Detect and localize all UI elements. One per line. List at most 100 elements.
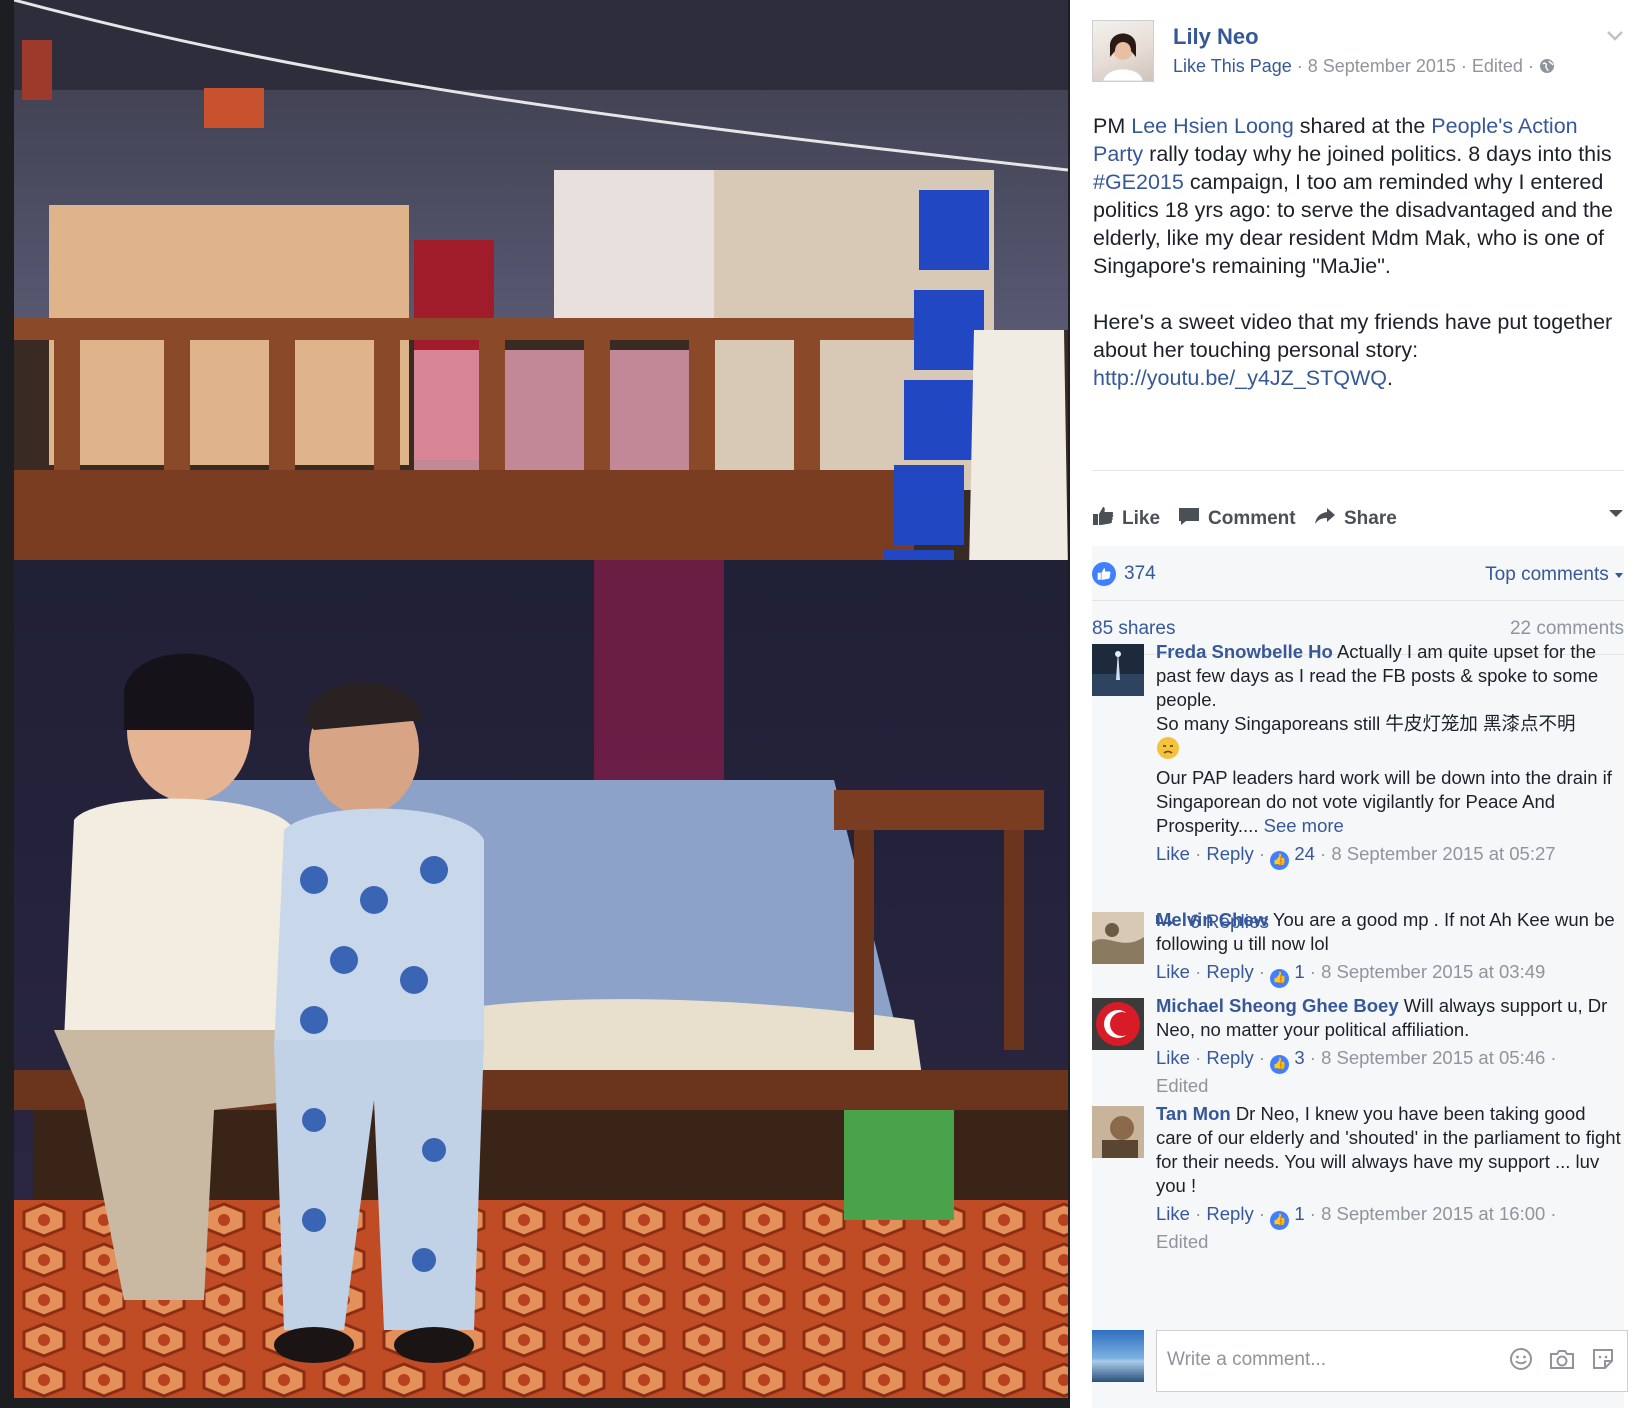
comment-text-line: So many Singaporeans still 牛皮灯笼加 黑漆点不明 [1156, 713, 1576, 734]
current-user-avatar [1092, 1330, 1144, 1382]
post-actions: Like Comment Share [1092, 506, 1624, 534]
comment-button[interactable]: Comment [1178, 506, 1296, 532]
share-arrow-icon [1314, 506, 1336, 532]
text-segment: PM [1093, 114, 1132, 138]
profile-photo-image [1102, 33, 1144, 81]
hashtag-link[interactable]: #GE2015 [1093, 170, 1184, 194]
comment-like-count[interactable]: 3 [1294, 1047, 1304, 1068]
comment-like-count[interactable]: 1 [1294, 961, 1304, 982]
comment-like-link[interactable]: Like [1156, 1047, 1190, 1068]
commenter-name[interactable]: Melvin Chew [1156, 909, 1268, 930]
comment-input[interactable]: Write a comment... [1156, 1330, 1628, 1392]
reactions-summary[interactable]: 374 [1092, 562, 1156, 586]
comment-text: Melvin Chew You are a good mp . If not A… [1156, 908, 1626, 956]
commenter-name[interactable]: Freda Snowbelle Ho [1156, 641, 1333, 662]
comment-like-link[interactable]: Like [1156, 961, 1190, 982]
post-meta: Like This Page · 8 September 2015 · Edit… [1173, 56, 1555, 77]
comment-label: Comment [1208, 508, 1296, 529]
page-avatar[interactable] [1092, 20, 1154, 82]
video-link[interactable]: http://youtu.be/_y4JZ_STQWQ [1093, 366, 1387, 390]
post-options-chevron-icon[interactable] [1606, 26, 1624, 47]
sad-emoji-icon [1156, 736, 1626, 766]
comment-time[interactable]: 8 September 2015 at 03:49 [1321, 961, 1545, 982]
like-button[interactable]: Like [1092, 506, 1160, 532]
caret-down-icon [1614, 564, 1624, 585]
comment-meta: Like · Reply · 👍 1 · 8 September 2015 at… [1156, 1202, 1626, 1230]
emoji-icon[interactable] [1509, 1347, 1533, 1377]
commenter-avatar[interactable] [1092, 1106, 1144, 1158]
comment-body: Freda Snowbelle Ho Actually I am quite u… [1156, 640, 1626, 870]
like-reaction-icon: 👍 [1270, 851, 1290, 870]
comment-text: Tan Mon Dr Neo, I knew you have been tak… [1156, 1102, 1626, 1198]
commenter-name[interactable]: Tan Mon [1156, 1103, 1231, 1124]
comment-meta: Like · Reply · 👍 24 · 8 September 2015 a… [1156, 842, 1626, 870]
comment-body: Tan Mon Dr Neo, I knew you have been tak… [1156, 1102, 1626, 1254]
likes-count: 374 [1124, 563, 1156, 584]
camera-icon[interactable] [1549, 1347, 1575, 1377]
photo-illustration [14, 0, 1068, 1398]
comment-text: Freda Snowbelle Ho Actually I am quite u… [1156, 640, 1626, 712]
comment-like-count[interactable]: 24 [1294, 843, 1315, 864]
top-comments-dropdown[interactable]: Top comments [1485, 564, 1624, 586]
meta-separator: · [1527, 56, 1539, 76]
comment-reply-link[interactable]: Reply [1206, 1203, 1253, 1224]
like-reaction-icon: 👍 [1270, 1055, 1290, 1074]
comment-reply-link[interactable]: Reply [1206, 1047, 1253, 1068]
like-reaction-icon: 👍 [1270, 969, 1290, 988]
divider [1092, 600, 1624, 601]
comment-edited-label[interactable]: Edited [1156, 1074, 1626, 1098]
share-button[interactable]: Share [1314, 506, 1397, 532]
text-segment: shared at the [1293, 114, 1432, 138]
post-date[interactable]: 8 September 2015 [1308, 56, 1456, 76]
thumbs-up-icon [1092, 506, 1114, 532]
post-text: PM Lee Hsien Loong shared at the People'… [1093, 112, 1613, 420]
comment-meta: Like · Reply · 👍 3 · 8 September 2015 at… [1156, 1046, 1626, 1074]
comment-text-line: Our PAP leaders hard work will be down i… [1156, 766, 1626, 838]
share-label: Share [1344, 508, 1397, 529]
comment-like-link[interactable]: Like [1156, 843, 1190, 864]
text-segment: Here's a sweet video that my friends hav… [1093, 310, 1613, 362]
comment-bubble-icon [1178, 506, 1200, 532]
sticker-icon[interactable] [1591, 1347, 1615, 1377]
edited-label[interactable]: Edited [1472, 56, 1523, 76]
globe-icon [1539, 56, 1555, 76]
shares-count[interactable]: 85 shares [1092, 618, 1175, 640]
post-panel: Lily Neo Like This Page · 8 September 20… [1070, 0, 1646, 1408]
comment-time[interactable]: 8 September 2015 at 05:46 · [1321, 1047, 1557, 1068]
meta-separator: · [1296, 56, 1308, 76]
divider [1092, 470, 1624, 471]
comments-count[interactable]: 22 comments [1510, 618, 1624, 640]
text-segment: rally today why he joined politics. 8 da… [1143, 142, 1612, 166]
meta-separator: · [1460, 56, 1472, 76]
comment-meta: Like · Reply · 👍 1 · 8 September 2015 at… [1156, 960, 1626, 988]
commenter-avatar[interactable] [1092, 912, 1144, 964]
mention-link[interactable]: Lee Hsien Loong [1131, 114, 1294, 138]
share-options-caret-icon[interactable] [1608, 506, 1624, 524]
post-paragraph-2: Here's a sweet video that my friends hav… [1093, 308, 1613, 392]
commenter-avatar[interactable] [1092, 998, 1144, 1050]
comment-like-count[interactable]: 1 [1294, 1203, 1304, 1224]
like-label: Like [1122, 508, 1161, 529]
like-reaction-icon: 👍 [1270, 1211, 1290, 1230]
post-paragraph-1: PM Lee Hsien Loong shared at the People'… [1093, 112, 1613, 280]
comment-reply-link[interactable]: Reply [1206, 961, 1253, 982]
composer-icons [1509, 1347, 1615, 1377]
comment-text: Michael Sheong Ghee Boey Will always sup… [1156, 994, 1626, 1042]
comment-like-link[interactable]: Like [1156, 1203, 1190, 1224]
like-page-link[interactable]: Like This Page [1173, 56, 1292, 76]
comment-time[interactable]: 8 September 2015 at 16:00 · [1321, 1203, 1557, 1224]
text-segment: . [1386, 366, 1393, 390]
commenter-name[interactable]: Michael Sheong Ghee Boey [1156, 995, 1399, 1016]
comment-time[interactable]: 8 September 2015 at 05:27 [1331, 843, 1555, 864]
post-photo[interactable] [14, 0, 1068, 1398]
comment-body: Melvin Chew You are a good mp . If not A… [1156, 908, 1626, 988]
like-reaction-icon [1092, 562, 1116, 586]
commenter-avatar[interactable] [1092, 644, 1144, 696]
comment-reply-link[interactable]: Reply [1206, 843, 1253, 864]
top-comments-label: Top comments [1485, 564, 1609, 585]
comment-input-placeholder: Write a comment... [1167, 1349, 1327, 1370]
comment-edited-label[interactable]: Edited [1156, 1230, 1626, 1254]
see-more-link[interactable]: See more [1264, 815, 1344, 836]
page-name[interactable]: Lily Neo [1173, 24, 1259, 50]
comment-body: Michael Sheong Ghee Boey Will always sup… [1156, 994, 1626, 1098]
